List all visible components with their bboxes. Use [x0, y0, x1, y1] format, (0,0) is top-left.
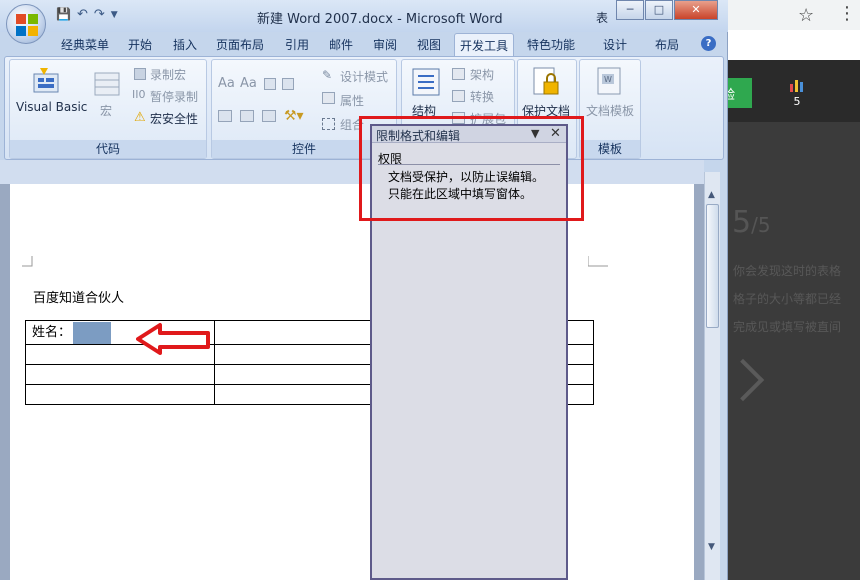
- pause-recording-button[interactable]: 暂停录制: [150, 88, 198, 105]
- ribbon-tabs: 经典菜单 开始 插入 页面布局 引用 邮件 审阅 视图 开发工具 特色功能 设计…: [0, 32, 728, 57]
- browser-page-num: 5: [732, 205, 752, 240]
- svg-text:W: W: [604, 75, 612, 84]
- browser-text-line: 你会发现这时的表格: [733, 264, 842, 278]
- group-code: Visual Basic 宏 录制宏 II0 暂停录制 ⚠ 宏安全性 代码: [9, 59, 207, 159]
- office-logo-icon: [16, 14, 38, 36]
- pause-recording-icon: II0: [132, 88, 146, 101]
- tab-references[interactable]: 引用: [285, 36, 309, 53]
- browser-content: [720, 122, 860, 580]
- qat-dropdown-icon[interactable]: ▼: [111, 7, 118, 22]
- structure-icon[interactable]: [412, 68, 440, 99]
- table-cell[interactable]: [25, 383, 215, 405]
- group-templates: W 文档模板 模板: [579, 59, 641, 159]
- properties-button[interactable]: 属性: [340, 92, 364, 109]
- group-code-label: 代码: [10, 140, 206, 158]
- scroll-down-icon[interactable]: ▼: [708, 542, 715, 552]
- tab-view[interactable]: 视图: [417, 36, 441, 53]
- macro-icon[interactable]: [94, 72, 120, 99]
- tab-developer[interactable]: 开发工具: [454, 33, 515, 57]
- record-macro-button[interactable]: 录制宏: [150, 66, 186, 83]
- undo-icon[interactable]: ↶: [77, 7, 88, 22]
- browser-text-line: 完成见或填写被直间: [733, 320, 842, 334]
- tab-insert[interactable]: 插入: [173, 36, 197, 53]
- macro-security-button[interactable]: 宏安全性: [150, 110, 198, 127]
- browser-page-total: /5: [751, 213, 771, 237]
- close-button[interactable]: ✕: [674, 0, 718, 20]
- help-icon[interactable]: ?: [701, 36, 716, 51]
- window-title: 新建 Word 2007.docx - Microsoft Word: [257, 12, 503, 27]
- ruler-strip: [0, 160, 704, 184]
- name-label: 姓名：: [32, 325, 72, 340]
- vertical-scrollbar[interactable]: ▲ ▼: [704, 172, 720, 580]
- minimize-button[interactable]: ─: [616, 0, 644, 20]
- title-bar: 💾 ↶ ↷ ▼ 新建 Word 2007.docx - Microsoft Wo…: [0, 0, 728, 32]
- red-arrow-annotation: [136, 323, 210, 355]
- window-controls: ─ □ ✕: [616, 0, 719, 20]
- page-corner-mark: [22, 256, 33, 267]
- document-heading: 百度知道合伙人: [33, 291, 125, 306]
- picture-control-icon[interactable]: [264, 78, 276, 90]
- record-macro-icon: [134, 68, 146, 80]
- transform-icon: [452, 90, 465, 102]
- transform-button[interactable]: 转换: [470, 88, 494, 105]
- tab-home[interactable]: 开始: [128, 36, 152, 53]
- redo-icon[interactable]: ↷: [94, 7, 105, 22]
- text-control-icon[interactable]: Aa: [240, 76, 257, 91]
- group-icon: [322, 118, 335, 130]
- bar-chart-icon: [790, 80, 803, 92]
- table-cell[interactable]: [25, 363, 215, 385]
- quick-access-toolbar: 💾 ↶ ↷ ▼: [56, 7, 118, 22]
- browser-page-counter: 5/5: [732, 205, 771, 240]
- scrollbar-thumb[interactable]: [706, 204, 719, 328]
- date-picker-control-icon[interactable]: [240, 110, 254, 122]
- document-template-button[interactable]: 文档模板: [586, 102, 634, 119]
- visual-basic-button[interactable]: Visual Basic: [16, 100, 87, 114]
- tab-page-layout[interactable]: 页面布局: [216, 36, 264, 53]
- maximize-button[interactable]: □: [645, 0, 673, 20]
- schema-button[interactable]: 架构: [470, 66, 494, 83]
- schema-icon: [452, 68, 465, 80]
- design-mode-icon: ✎: [322, 68, 333, 82]
- page-corner-mark: [588, 256, 608, 267]
- highlight-box: [359, 116, 584, 221]
- browser-menu-icon[interactable]: ⋮: [838, 3, 856, 24]
- office-button[interactable]: [6, 4, 46, 44]
- tab-mailings[interactable]: 邮件: [329, 36, 353, 53]
- tab-special-features[interactable]: 特色功能: [527, 36, 575, 53]
- macro-button[interactable]: 宏: [100, 102, 112, 119]
- tab-design[interactable]: 设计: [603, 36, 627, 53]
- building-block-control-icon[interactable]: [262, 110, 276, 122]
- scroll-up-icon[interactable]: ▲: [708, 190, 715, 200]
- combo-box-control-icon[interactable]: [282, 78, 294, 90]
- legacy-tools-icon[interactable]: ⚒▾: [284, 108, 304, 124]
- browser-chart-count: 5: [793, 95, 801, 108]
- tab-review[interactable]: 审阅: [373, 36, 397, 53]
- design-mode-button[interactable]: 设计模式: [340, 68, 388, 85]
- tab-classic-menu[interactable]: 经典菜单: [61, 36, 109, 53]
- browser-text-line: 格子的大小等都已经: [733, 292, 842, 306]
- bookmark-star-icon[interactable]: ☆: [798, 5, 814, 26]
- tab-layout[interactable]: 布局: [655, 36, 679, 53]
- group-templates-label: 模板: [580, 140, 640, 158]
- document-template-icon[interactable]: W: [596, 66, 624, 99]
- window-title-extra: 表: [596, 11, 609, 25]
- word-window: 💾 ↶ ↷ ▼ 新建 Word 2007.docx - Microsoft Wo…: [0, 0, 728, 580]
- name-form-field[interactable]: [73, 321, 112, 344]
- browser-chart-widget[interactable]: 5: [787, 78, 807, 114]
- rich-text-control-icon[interactable]: Aa: [218, 76, 235, 91]
- warning-icon: ⚠: [134, 110, 146, 125]
- properties-icon: [322, 92, 335, 104]
- save-icon[interactable]: 💾: [56, 7, 71, 22]
- dropdown-control-icon[interactable]: [218, 110, 232, 122]
- protect-document-icon[interactable]: [532, 66, 562, 101]
- visual-basic-icon[interactable]: [32, 66, 62, 99]
